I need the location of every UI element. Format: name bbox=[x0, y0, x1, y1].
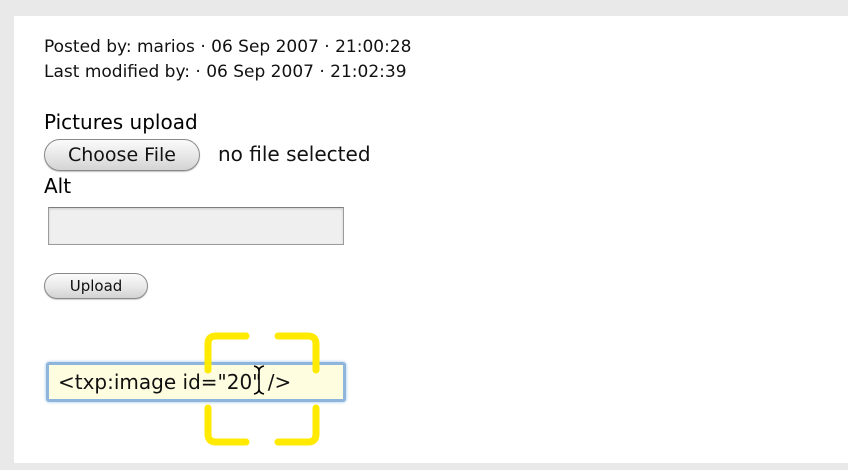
last-modified-line: Last modified by: · 06 Sep 2007 · 21:02:… bbox=[44, 62, 407, 82]
choose-file-button[interactable]: Choose File bbox=[44, 139, 200, 171]
upload-button[interactable]: Upload bbox=[44, 273, 148, 299]
file-status-text: no file selected bbox=[218, 142, 371, 166]
alt-label: Alt bbox=[44, 174, 72, 198]
alt-input[interactable] bbox=[48, 207, 344, 245]
image-tag-field[interactable]: <txp:image id="20" /> bbox=[46, 362, 346, 402]
pictures-upload-label: Pictures upload bbox=[44, 110, 198, 134]
posted-by-line: Posted by: marios · 06 Sep 2007 · 21:00:… bbox=[44, 37, 412, 57]
